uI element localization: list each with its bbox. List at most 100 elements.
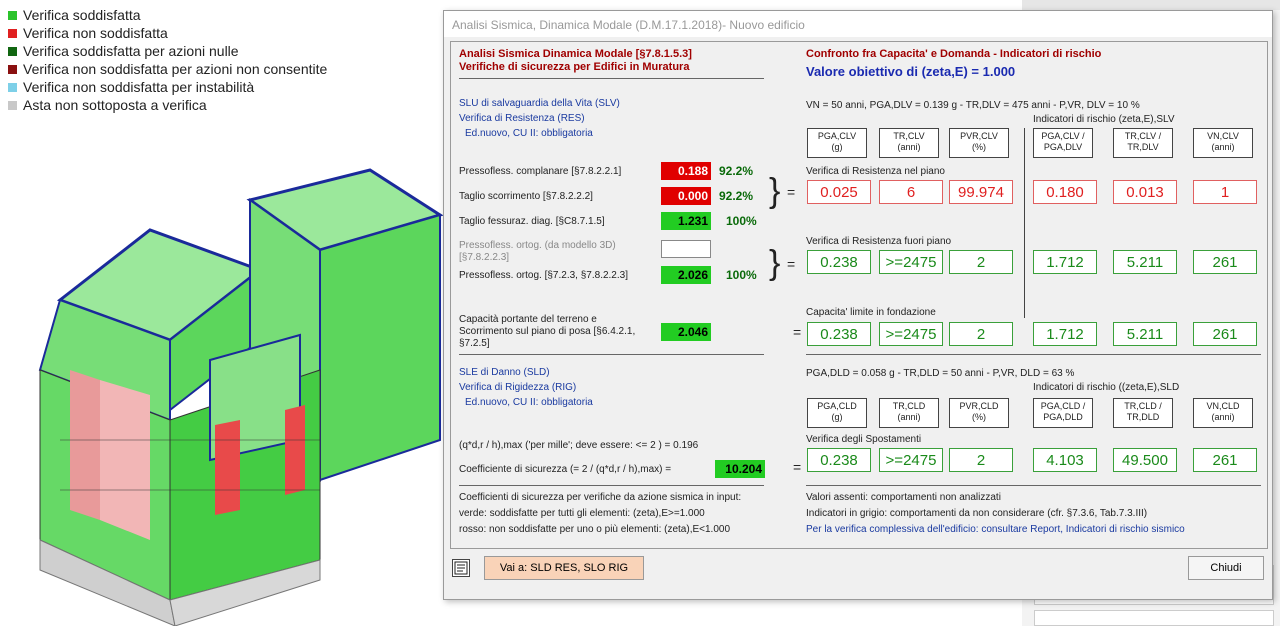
- foundation-label: Scorrimento sul piano di posa [§6.4.2.1,: [459, 326, 636, 337]
- section-label: Verifica di Resistenza fuori piano: [806, 236, 952, 247]
- left-heading: Analisi Sismica Dinamica Modale [§7.8.1.…: [459, 48, 692, 60]
- sld-params: PGA,DLD = 0.058 g - TR,DLD = 50 anni - P…: [806, 368, 1075, 379]
- res-title: Verifica di Resistenza (RES): [459, 113, 585, 124]
- indicator-cell: 99.974: [949, 180, 1013, 204]
- slv-title: SLU di salvaguardia della Vita (SLV): [459, 98, 620, 109]
- sld-indicators-label: Indicatori di rischio ((zeta,E),SLD: [1033, 382, 1180, 393]
- legend-swatch-red: [8, 28, 17, 38]
- legend-note: Coefficienti di sicurezza per verifiche …: [459, 492, 742, 503]
- result-percent: 92.2%: [719, 164, 754, 178]
- indicator-cell: 6: [879, 180, 943, 204]
- seismic-analysis-dialog: Analisi Sismica, Dinamica Modale (D.M.17…: [443, 10, 1273, 600]
- report-icon[interactable]: [452, 559, 470, 577]
- equals-symbol: =: [787, 256, 796, 272]
- safety-coefficient-value: 10.204: [715, 460, 765, 478]
- sld-title: SLE di Danno (SLD): [459, 367, 550, 378]
- indicator-cell: 49.500: [1113, 448, 1177, 472]
- legend-item: Verifica soddisfatta: [8, 6, 327, 24]
- header-pga-cld-ratio: PGA,CLD / PGA,DLD: [1033, 398, 1093, 428]
- header-pga-ratio: PGA,CLV / PGA,DLV: [1033, 128, 1093, 158]
- indicator-cell: 0.238: [807, 250, 871, 274]
- legend-item: Verifica soddisfatta per azioni nulle: [8, 42, 327, 60]
- result-percent: 100%: [726, 214, 757, 228]
- result-value: 0.188: [661, 162, 711, 180]
- divider: [806, 485, 1261, 486]
- legend: Verifica soddisfatta Verifica non soddis…: [8, 6, 327, 114]
- result-value: 0.000: [661, 187, 711, 205]
- indicator-cell: 0.238: [807, 322, 871, 346]
- header-pga-cld: PGA,CLD (g): [807, 398, 867, 428]
- divider: [459, 78, 764, 79]
- building-3d-model[interactable]: [0, 140, 450, 626]
- indicator-cell: 261: [1193, 448, 1257, 472]
- results-pane: Analisi Sismica Dinamica Modale [§7.8.1.…: [450, 41, 1268, 549]
- slv-indicators-label: Indicatori di rischio (zeta,E),SLV: [1033, 114, 1175, 125]
- foundation-value: 2.046: [661, 323, 711, 341]
- equals-symbol: =: [793, 459, 802, 475]
- legend-swatch-green: [8, 10, 17, 20]
- res-note: Ed.nuovo, CU II: obbligatoria: [465, 128, 593, 139]
- row-label: Pressofless. complanare [§7.8.2.2.1]: [459, 166, 622, 177]
- indicator-cell: 1.712: [1033, 250, 1097, 274]
- section-label: Capacita' limite in fondazione: [806, 307, 936, 318]
- close-button[interactable]: Chiudi: [1188, 556, 1264, 580]
- indicator-cell: 2: [949, 448, 1013, 472]
- divider: [459, 354, 764, 355]
- indicator-cell: 261: [1193, 322, 1257, 346]
- legend-swatch-darkgreen: [8, 46, 17, 56]
- indicator-cell: 0.025: [807, 180, 871, 204]
- indicator-cell: 2: [949, 322, 1013, 346]
- divider: [459, 485, 764, 486]
- background-panel: [1034, 610, 1274, 626]
- legend-item: Verifica non soddisfatta per azioni non …: [8, 60, 327, 78]
- header-pvr-clv: PVR,CLV (%): [949, 128, 1009, 158]
- indicator-cell: 261: [1193, 250, 1257, 274]
- footer-note: Indicatori in grigio: comportamenti da n…: [806, 508, 1148, 519]
- row-label: Pressofless. ortog. [§7.2.3, §7.8.2.2.3]: [459, 270, 628, 281]
- row-label: [§7.8.2.2.3]: [459, 252, 510, 263]
- result-value-empty: [661, 240, 711, 258]
- legend-swatch-darkred: [8, 64, 17, 74]
- indicator-cell: >=2475: [879, 448, 943, 472]
- background-window-bar: [1022, 0, 1280, 10]
- equals-symbol: =: [793, 324, 802, 340]
- row-label: Taglio scorrimento [§7.8.2.2.2]: [459, 191, 593, 202]
- equals-symbol: =: [787, 184, 796, 200]
- row-label: Taglio fessuraz. diag. [§C8.7.1.5]: [459, 216, 605, 227]
- header-tr-cld: TR,CLD (anni): [879, 398, 939, 428]
- rig-note: Ed.nuovo, CU II: obbligatoria: [465, 397, 593, 408]
- header-vn-clv: VN,CLV (anni): [1193, 128, 1253, 158]
- left-subheading: Verifiche di sicurezza per Edifici in Mu…: [459, 61, 690, 73]
- indicator-cell: 1.712: [1033, 322, 1097, 346]
- legend-note: verde: soddisfatte per tutti gli element…: [459, 508, 705, 519]
- result-percent: 100%: [726, 268, 757, 282]
- report-link[interactable]: Per la verifica complessiva dell'edifici…: [806, 524, 1185, 535]
- result-percent: 92.2%: [719, 189, 754, 203]
- safety-coefficient-label: Coefficiente di sicurezza (= 2 / (q*d,r …: [459, 464, 672, 475]
- separator-line: [1024, 128, 1025, 318]
- header-pvr-cld: PVR,CLD (%): [949, 398, 1009, 428]
- indicator-cell: >=2475: [879, 250, 943, 274]
- row-label: Pressofless. ortog. (da modello 3D): [459, 240, 616, 251]
- legend-swatch-cyan: [8, 82, 17, 92]
- header-tr-cld-ratio: TR,CLD / TR,DLD: [1113, 398, 1173, 428]
- indicator-cell: 4.103: [1033, 448, 1097, 472]
- legend-item: Verifica non soddisfatta: [8, 24, 327, 42]
- header-pga-clv: PGA,CLV (g): [807, 128, 867, 158]
- legend-item: Verifica non soddisfatta per instabilità: [8, 78, 327, 96]
- indicator-cell: 0.180: [1033, 180, 1097, 204]
- drift-line: (q*d,r / h),max ('per mille'; deve esser…: [459, 440, 699, 451]
- header-tr-ratio: TR,CLV / TR,DLV: [1113, 128, 1173, 158]
- indicator-cell: 0.238: [807, 448, 871, 472]
- indicator-cell: 0.013: [1113, 180, 1177, 204]
- target-value: Valore obiettivo di (zeta,E) = 1.000: [806, 64, 1016, 79]
- slv-params: VN = 50 anni, PGA,DLV = 0.139 g - TR,DLV…: [806, 100, 1140, 111]
- indicator-cell: 5.211: [1113, 250, 1177, 274]
- legend-item: Asta non sottoposta a verifica: [8, 96, 327, 114]
- result-value: 1.231: [661, 212, 711, 230]
- goto-sld-button[interactable]: Vai a: SLD RES, SLO RIG: [484, 556, 644, 580]
- legend-note: rosso: non soddisfatte per uno o più ele…: [459, 524, 731, 535]
- foundation-label: Capacità portante del terreno e: [459, 314, 597, 325]
- legend-swatch-gray: [8, 100, 17, 110]
- indicator-cell: >=2475: [879, 322, 943, 346]
